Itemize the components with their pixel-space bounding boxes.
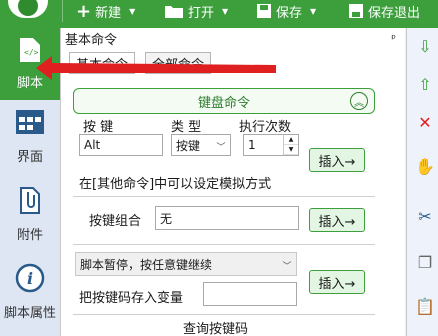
chevron-down-icon: ﹀ bbox=[282, 261, 292, 272]
type-value: 按键 bbox=[176, 138, 201, 153]
count-stepper[interactable]: 1 ▲ ▼ bbox=[243, 134, 299, 156]
key-value: Alt bbox=[84, 138, 101, 152]
sidebar: </> 脚本 界面 附件 i 脚本属性 bbox=[0, 28, 60, 336]
right-toolbar: ⇩ ⇧ ✕ ✋ ✂ ❐ 📋 bbox=[406, 28, 438, 336]
panel-title-bar: 基本命令 ᵖ bbox=[65, 28, 400, 48]
tab-label: 基本命令 bbox=[76, 57, 129, 73]
variable-input[interactable] bbox=[203, 282, 297, 306]
floppy-disk-icon bbox=[257, 4, 271, 18]
tab-basic-commands[interactable]: 基本命令 bbox=[69, 52, 136, 74]
count-label: 执行次数 bbox=[239, 120, 292, 135]
insert-combo-button[interactable]: 插入→ bbox=[309, 208, 365, 232]
insert-pause-button[interactable]: 插入→ bbox=[309, 270, 365, 294]
window-grid-icon bbox=[14, 106, 46, 138]
sidebar-item-attachment[interactable]: 附件 bbox=[0, 184, 60, 250]
delete-icon[interactable]: ✕ bbox=[415, 112, 435, 132]
svg-text:i: i bbox=[27, 269, 33, 288]
type-label: 类 型 bbox=[171, 120, 202, 135]
sidebar-item-label: 脚本 bbox=[16, 76, 43, 91]
move-down-icon[interactable]: ⇩ bbox=[415, 36, 435, 56]
svg-text:</>: </> bbox=[24, 48, 39, 57]
sidebar-item-label: 附件 bbox=[16, 228, 43, 243]
move-up-icon[interactable]: ⇧ bbox=[415, 74, 435, 94]
insert-label: 插入→ bbox=[318, 154, 356, 170]
app-logo bbox=[8, 0, 48, 18]
combo-value: 无 bbox=[160, 211, 173, 226]
open-label: 打开 bbox=[188, 5, 215, 21]
sidebar-item-label: 脚本属性 bbox=[3, 306, 56, 321]
tab-all-commands[interactable]: 全部命令 bbox=[145, 52, 212, 74]
store-keycode-label: 把按键码存入变量 bbox=[79, 291, 184, 306]
chevron-down-icon: ▼ bbox=[129, 6, 136, 16]
toolbar-separator bbox=[62, 0, 63, 22]
sidebar-item-interface[interactable]: 界面 bbox=[0, 106, 60, 172]
sidebar-item-script[interactable]: </> 脚本 bbox=[0, 28, 60, 100]
plus-icon: + bbox=[76, 0, 92, 22]
save-exit-label: 保存退出 bbox=[368, 5, 421, 21]
combo-label: 按键组合 bbox=[89, 214, 142, 229]
other-command-note: 在[其他命令]中可以设定模拟方式 bbox=[79, 177, 272, 192]
collapse-icon[interactable]: ︽ bbox=[350, 92, 368, 110]
keyboard-command-header[interactable]: 键盘命令 ︽ bbox=[73, 88, 375, 114]
paste-icon[interactable]: 📋 bbox=[415, 296, 435, 316]
chevron-down-icon: ▼ bbox=[222, 6, 229, 16]
sidebar-item-label: 界面 bbox=[16, 150, 43, 165]
tab-label: 全部命令 bbox=[152, 57, 205, 73]
divider bbox=[73, 244, 375, 245]
type-select[interactable]: 按键 ﹀ bbox=[171, 134, 231, 156]
new-button[interactable]: + 新建 ▼ bbox=[76, 0, 135, 22]
hand-icon[interactable]: ✋ bbox=[415, 156, 435, 176]
main-toolbar: + 新建 ▼ 打开 ▼ 保存 ▼ 保存退出 bbox=[0, 0, 438, 28]
insert-label: 插入→ bbox=[318, 214, 356, 230]
command-panel: 基本命令 ᵖ 基本命令 全部命令 键盘命令 ︽ 按 键 类 型 执行次数 Alt… bbox=[60, 28, 405, 336]
pause-select[interactable]: 脚本暂停，按任意键继续 ﹀ bbox=[75, 252, 297, 276]
save-button[interactable]: 保存 ▼ bbox=[256, 0, 316, 22]
sidebar-item-script-properties[interactable]: i 脚本属性 bbox=[0, 262, 60, 334]
script-file-icon: </> bbox=[14, 34, 46, 66]
query-keycode-label: 查询按键码 bbox=[183, 322, 249, 336]
divider bbox=[73, 196, 375, 197]
key-input[interactable]: Alt bbox=[79, 134, 163, 156]
save-exit-icon bbox=[349, 4, 363, 18]
combo-input[interactable]: 无 bbox=[155, 206, 299, 230]
cut-icon[interactable]: ✂ bbox=[415, 206, 435, 226]
info-icon: i bbox=[14, 262, 46, 294]
chevron-down-icon: ﹀ bbox=[216, 142, 226, 153]
insert-label: 插入→ bbox=[318, 276, 356, 292]
chevron-up-icon[interactable]: ▲ bbox=[284, 135, 298, 145]
key-label: 按 键 bbox=[83, 120, 114, 135]
chevron-down-icon[interactable]: ▼ bbox=[284, 145, 298, 155]
chevron-down-icon: ▼ bbox=[310, 6, 317, 16]
count-value: 1 bbox=[248, 138, 256, 152]
section-title: 键盘命令 bbox=[197, 95, 250, 111]
stepper-arrows[interactable]: ▲ ▼ bbox=[283, 135, 298, 155]
panel-title: 基本命令 bbox=[65, 32, 118, 48]
divider bbox=[73, 314, 375, 315]
folder-icon bbox=[165, 6, 183, 18]
pin-icon[interactable]: ᵖ bbox=[391, 32, 400, 45]
insert-key-button[interactable]: 插入→ bbox=[309, 148, 365, 172]
open-button[interactable]: 打开 ▼ bbox=[164, 0, 228, 22]
attachment-icon bbox=[14, 184, 46, 216]
save-label: 保存 bbox=[276, 5, 303, 21]
pause-value: 脚本暂停，按任意键继续 bbox=[80, 257, 213, 272]
save-exit-button[interactable]: 保存退出 bbox=[348, 0, 420, 22]
new-label: 新建 bbox=[95, 5, 122, 21]
copy-icon[interactable]: ❐ bbox=[415, 252, 435, 272]
